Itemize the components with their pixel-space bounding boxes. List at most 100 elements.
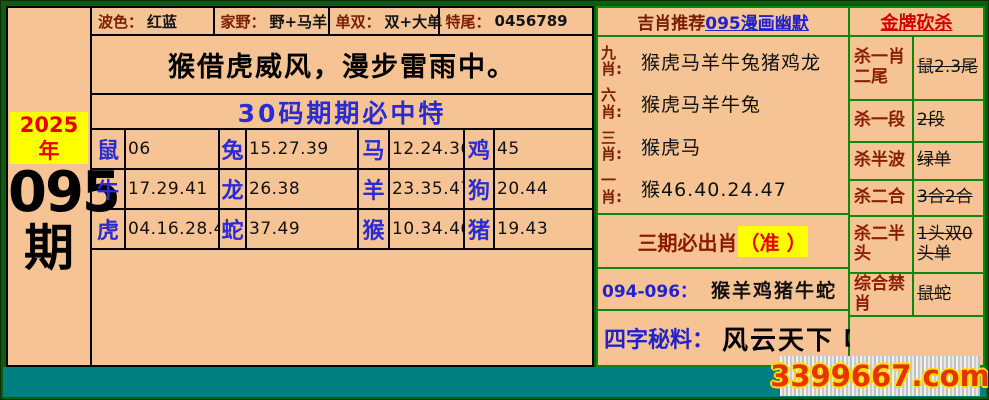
six-zodiac-value: 猴虎马羊牛兔 xyxy=(627,90,761,117)
secret-value: 风云天下 xyxy=(722,320,834,357)
one-zodiac-row: 一肖: 猴46.40.24.47 xyxy=(598,172,848,205)
period-range-value: 猴羊鸡猪牛蛇 xyxy=(711,276,837,303)
zodiac-numbers: 23.35.47 xyxy=(390,170,465,210)
kill-half-wave-label: 杀半波 xyxy=(850,143,914,179)
one-zodiac-label: 一肖: xyxy=(601,172,627,205)
zodiac-numbers: 17.29.41 xyxy=(126,170,220,210)
year-badge: 2025年 xyxy=(10,112,88,164)
kill-one-zodiac-two-tails-label: 杀一肖二尾 xyxy=(850,37,914,99)
special-tail-value: 0456789 xyxy=(495,12,568,30)
kill-value-text: 3合2合 xyxy=(917,188,973,208)
wave-color-label: 波色： xyxy=(98,11,143,32)
kill-value-text: 2段 xyxy=(917,111,945,131)
kill-two-half-heads-value: 1头双0头单 xyxy=(914,217,983,272)
nine-zodiac-value: 猴虎马羊牛兔猪鸡龙 xyxy=(627,48,821,75)
site-banner[interactable]: 3399667.com xyxy=(780,356,980,396)
zodiac-label: 猴 xyxy=(359,210,390,250)
special-tail-cell: 特尾： 0456789 xyxy=(440,8,593,34)
site-url: 3399667.com xyxy=(770,359,989,393)
zodiac-numbers: 06 xyxy=(126,130,220,170)
zodiac-label: 鸡 xyxy=(465,130,495,170)
kill-row: 杀二合 3合2合 xyxy=(850,179,983,215)
three-zodiac-value: 猴虎马 xyxy=(627,133,701,160)
kill-row: 杀一肖二尾 鼠2.3尾 xyxy=(850,35,983,99)
home-wild-label: 家野： xyxy=(221,11,266,32)
home-wild-cell: 家野： 野+马羊 xyxy=(215,8,330,34)
zodiac-label: 狗 xyxy=(465,170,495,210)
main-table: 2025年 095 期 波色： 红蓝 家野： 野+马羊 单双： 双+大单 特 xyxy=(6,6,594,367)
zodiac-label: 兔 xyxy=(220,130,247,170)
zodiac-numbers: 20.44 xyxy=(495,170,592,210)
wave-color-cell: 波色： 红蓝 xyxy=(92,8,215,34)
recommend-header: 吉肖推荐095漫画幽默 xyxy=(598,8,848,37)
zodiac-label: 羊 xyxy=(359,170,390,210)
kill-half-wave-value: 绿单 xyxy=(914,143,983,179)
lottery-tips-page: 2025年 095 期 波色： 红蓝 家野： 野+马羊 单双： 双+大单 特 xyxy=(0,0,989,400)
main-table-body: 波色： 红蓝 家野： 野+马羊 单双： 双+大单 特尾： 0456789 猴借虎… xyxy=(92,8,592,365)
secret-label: 四字秘料： xyxy=(604,322,714,354)
right-panel: 吉肖推荐095漫画幽默 九肖: 猴虎马羊牛兔猪鸡龙 六肖: 猴虎马羊牛兔 三肖:… xyxy=(596,6,985,367)
issue-column: 2025年 095 期 xyxy=(8,8,92,365)
special-tail-label: 特尾： xyxy=(446,11,491,32)
period-range-row: 094-096： 猴羊鸡猪牛蛇 xyxy=(598,269,848,311)
empty-area xyxy=(92,250,592,365)
kill-panel: 金牌砍杀 杀一肖二尾 鼠2.3尾 杀一段 2段 杀半波 绿单 杀二合 3合2合 … xyxy=(850,6,985,367)
wave-color-value: 红蓝 xyxy=(147,11,177,32)
recommend-header-label: 吉肖推荐 xyxy=(637,9,705,34)
kill-row: 杀半波 绿单 xyxy=(850,141,983,179)
nine-zodiac-row: 九肖: 猴虎马羊牛兔猪鸡龙 xyxy=(598,45,848,78)
three-zodiac-row: 三肖: 猴虎马 xyxy=(598,130,848,163)
kill-one-segment-label: 杀一段 xyxy=(850,101,914,141)
zodiac-label: 鼠 xyxy=(92,130,126,170)
kill-value-text: 鼠蛇 xyxy=(917,285,951,305)
zodiac-numbers: 19.43 xyxy=(495,210,592,250)
odd-even-value: 双+大单 xyxy=(385,11,443,32)
forbidden-zodiac-value: 鼠蛇 xyxy=(914,274,983,315)
kill-two-sum-label: 杀二合 xyxy=(850,181,914,215)
zodiac-numbers: 04.16.28.40 xyxy=(126,210,220,250)
verse-title: 猴借虎威风，漫步雷雨中。 xyxy=(92,36,592,95)
attributes-row: 波色： 红蓝 家野： 野+马羊 单双： 双+大单 特尾： 0456789 xyxy=(92,8,592,36)
three-period-label: 三期必出肖 xyxy=(638,227,738,256)
issue-number: 095 xyxy=(8,164,90,222)
kill-row: 综合禁肖 鼠蛇 xyxy=(850,272,983,315)
zodiac-label: 龙 xyxy=(220,170,247,210)
zodiac-numbers: 10.34.46 xyxy=(390,210,465,250)
kill-panel-title: 金牌砍杀 xyxy=(850,8,983,35)
zodiac-recommend-block: 九肖: 猴虎马羊牛兔猪鸡龙 六肖: 猴虎马羊牛兔 三肖: 猴虎马 一肖: 猴46… xyxy=(598,37,848,215)
zodiac-label: 猪 xyxy=(465,210,495,250)
zodiac-number-grid: 鼠 06 兔 15.27.39 马 12.24.36.48 鸡 45 牛 17.… xyxy=(92,130,592,250)
kill-two-sum-value: 3合2合 xyxy=(914,181,983,215)
zodiac-label: 蛇 xyxy=(220,210,247,250)
three-period-row: 三期必出肖 （准 ） xyxy=(598,215,848,269)
home-wild-value: 野+马羊 xyxy=(270,11,328,32)
zodiac-label: 牛 xyxy=(92,170,126,210)
zodiac-numbers: 37.49 xyxy=(247,210,359,250)
three-zodiac-label: 三肖: xyxy=(601,130,627,163)
kill-one-zodiac-two-tails-value: 鼠2.3尾 xyxy=(914,37,983,99)
zodiac-numbers: 15.27.39 xyxy=(247,130,359,170)
six-zodiac-label: 六肖: xyxy=(601,87,627,120)
kill-one-segment-value: 2段 xyxy=(914,101,983,141)
zodiac-numbers: 45 xyxy=(495,130,592,170)
period-range-label: 094-096： xyxy=(602,277,697,302)
zodiac-numbers: 12.24.36.48 xyxy=(390,130,465,170)
zodiac-label: 马 xyxy=(359,130,390,170)
kill-value-text: 鼠2.3尾 xyxy=(917,58,978,78)
nine-zodiac-label: 九肖: xyxy=(601,45,627,78)
kill-two-half-heads-label: 杀二半头 xyxy=(850,217,914,272)
kill-value-text: 1头双0头单 xyxy=(917,225,983,264)
zodiac-label: 虎 xyxy=(92,210,126,250)
kill-value-text: 绿单 xyxy=(917,151,951,171)
odd-even-label: 单双： xyxy=(336,11,381,32)
odd-even-cell: 单双： 双+大单 xyxy=(330,8,440,34)
kill-row: 杀一段 2段 xyxy=(850,99,983,141)
recommend-panel: 吉肖推荐095漫画幽默 九肖: 猴虎马羊牛兔猪鸡龙 六肖: 猴虎马羊牛兔 三肖:… xyxy=(596,6,850,367)
zodiac-numbers: 26.38 xyxy=(247,170,359,210)
issue-suffix: 期 xyxy=(8,222,90,275)
comic-humor-link[interactable]: 095漫画幽默 xyxy=(705,9,809,34)
one-zodiac-value: 猴46.40.24.47 xyxy=(627,175,787,202)
six-zodiac-row: 六肖: 猴虎马羊牛兔 xyxy=(598,87,848,120)
kill-row: 杀二半头 1头双0头单 xyxy=(850,215,983,272)
thirty-codes-subtitle: 30码期期必中特 xyxy=(92,95,592,130)
